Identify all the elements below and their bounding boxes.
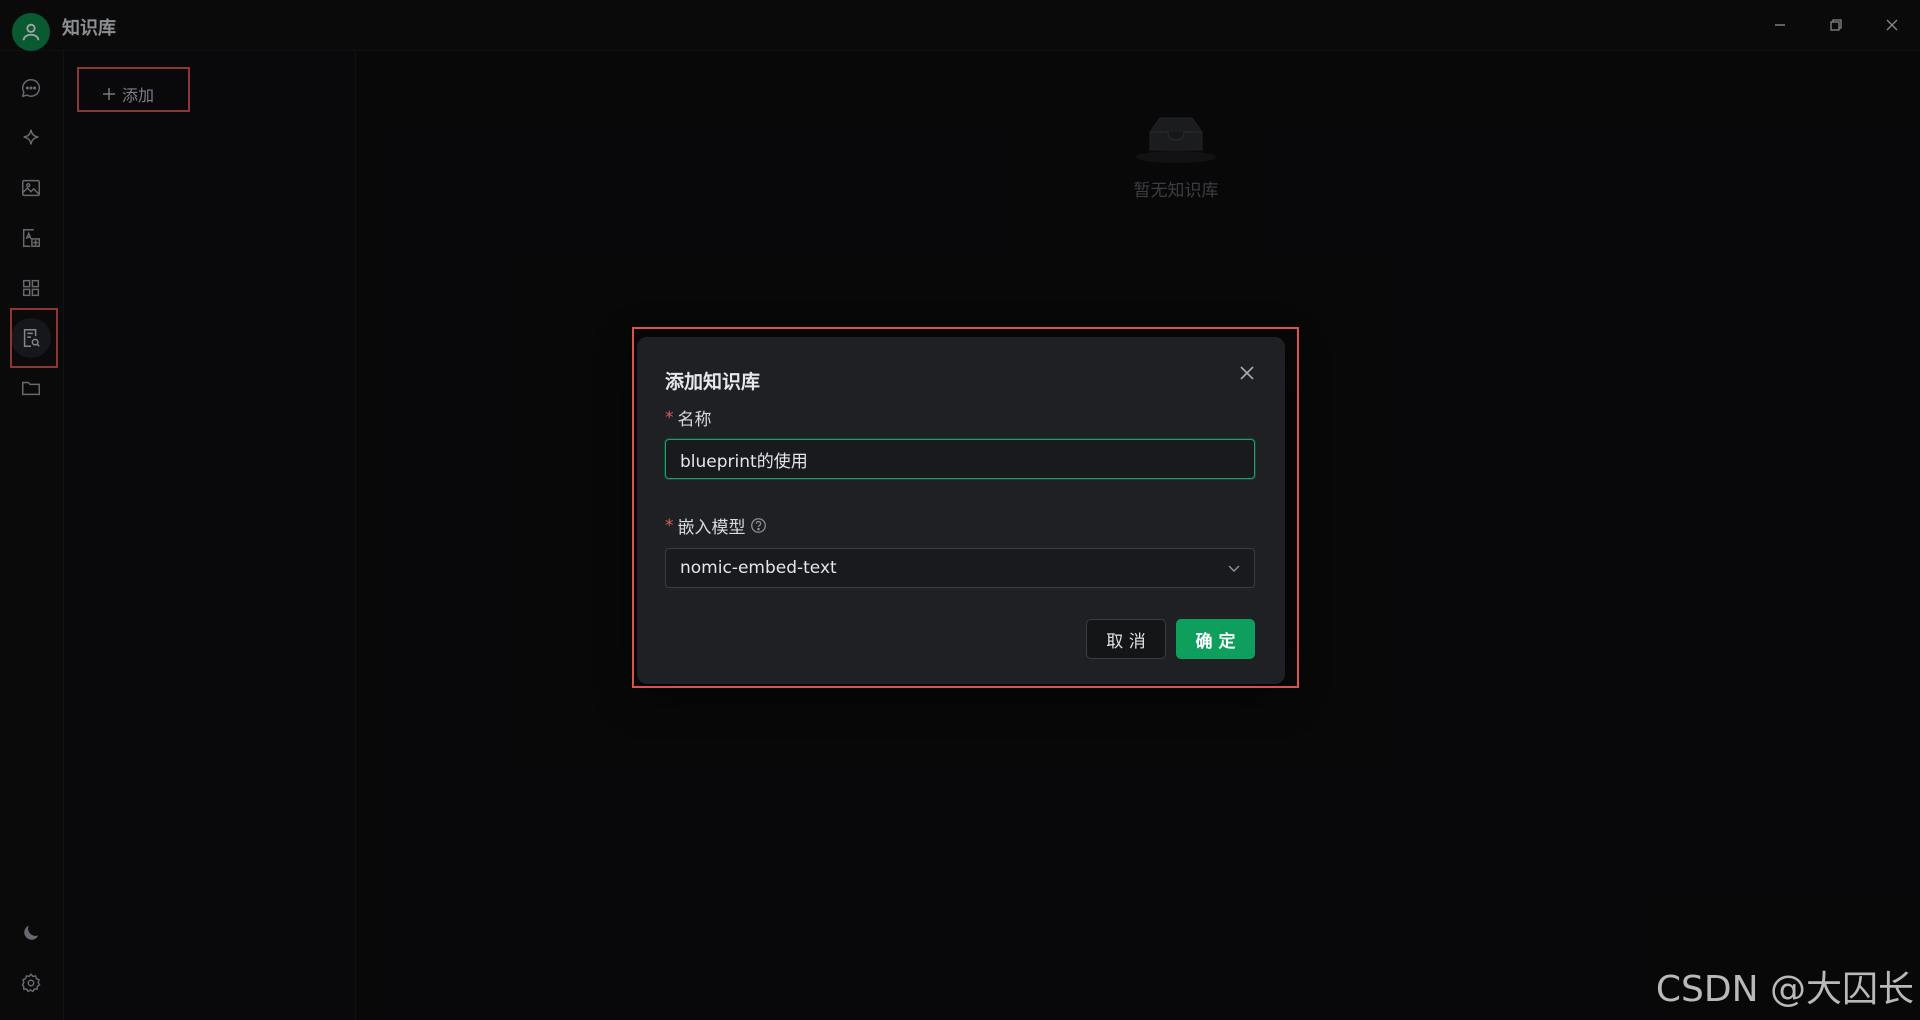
dialog-highlight-box [632, 327, 1299, 688]
watermark: CSDN @大囚长 [1655, 969, 1914, 1010]
